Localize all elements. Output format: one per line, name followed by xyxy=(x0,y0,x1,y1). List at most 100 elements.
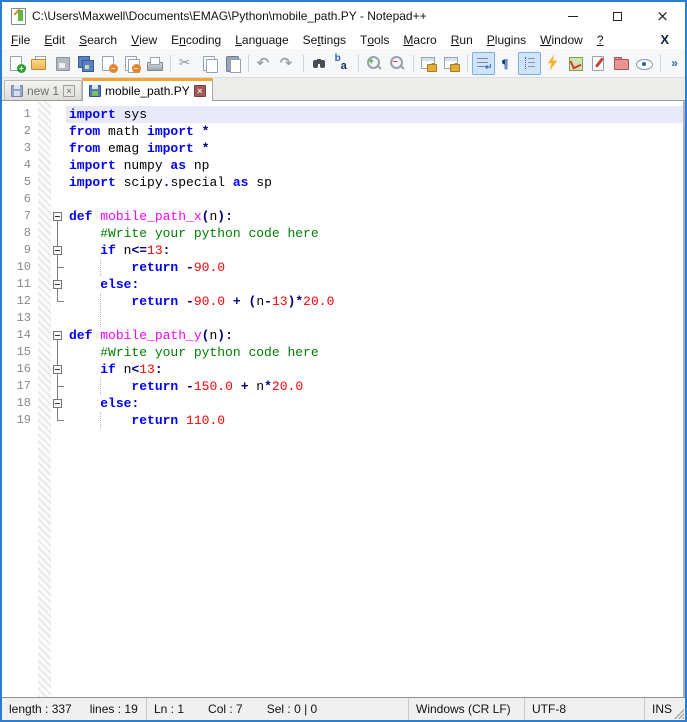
menu-item-run[interactable]: Run xyxy=(444,30,480,49)
code-line[interactable]: else: xyxy=(66,395,683,412)
menu-item-plugins[interactable]: Plugins xyxy=(480,30,533,49)
code-line[interactable]: return -90.0 xyxy=(66,259,683,276)
menu-item-settings[interactable]: Settings xyxy=(296,30,353,49)
line-number[interactable]: 15 xyxy=(2,344,38,361)
close-all-button[interactable]: – xyxy=(120,52,143,75)
folder-as-workspace-button[interactable] xyxy=(610,52,633,75)
close-button[interactable]: × xyxy=(640,2,685,30)
undo-button[interactable] xyxy=(253,52,276,75)
line-number[interactable]: 4 xyxy=(2,157,38,174)
line-number[interactable]: 7 xyxy=(2,208,38,225)
tab-close-icon[interactable]: × xyxy=(194,85,206,97)
code-line[interactable]: from emag import * xyxy=(66,140,683,157)
fold-collapse-box[interactable] xyxy=(53,331,62,340)
save-button[interactable] xyxy=(51,52,74,75)
redo-button[interactable] xyxy=(276,52,299,75)
menu-item-search[interactable]: Search xyxy=(72,30,124,49)
code-line[interactable] xyxy=(66,191,683,208)
line-number[interactable]: 13 xyxy=(2,310,38,327)
bookmark-margin[interactable] xyxy=(38,101,51,697)
menu-item-edit[interactable]: Edit xyxy=(37,30,72,49)
line-number[interactable]: 3 xyxy=(2,140,38,157)
line-number[interactable]: 1 xyxy=(2,106,38,123)
status-eol-format[interactable]: Windows (CR LF) xyxy=(409,698,525,720)
code-editor[interactable]: 12345678910111213141516171819 import sys… xyxy=(2,100,685,697)
code-line[interactable]: return -150.0 + n*20.0 xyxy=(66,378,683,395)
code-token: import xyxy=(69,175,116,190)
function-list-button[interactable] xyxy=(541,52,564,75)
code-line[interactable]: return -90.0 + (n-13)*20.0 xyxy=(66,293,683,310)
minimize-button[interactable] xyxy=(550,2,595,30)
new-file-button[interactable]: + xyxy=(5,52,28,75)
zoom-out-button[interactable]: – xyxy=(386,52,409,75)
line-number[interactable]: 12 xyxy=(2,293,38,310)
menu-item-macro[interactable]: Macro xyxy=(396,30,443,49)
line-number[interactable]: 18 xyxy=(2,395,38,412)
document-map-button[interactable] xyxy=(564,52,587,75)
tab-close-icon[interactable]: × xyxy=(63,85,75,97)
menu-item-file[interactable]: File xyxy=(4,30,37,49)
line-number[interactable]: 16 xyxy=(2,361,38,378)
menu-item-language[interactable]: Language xyxy=(228,30,295,49)
toolbar-overflow-chevron[interactable]: » xyxy=(667,56,682,70)
code-line[interactable]: import numpy as np xyxy=(66,157,683,174)
line-number[interactable]: 14 xyxy=(2,327,38,344)
close-file-button[interactable]: – xyxy=(97,52,120,75)
line-number[interactable]: 9 xyxy=(2,242,38,259)
document-peek-button[interactable] xyxy=(633,52,656,75)
paste-button[interactable] xyxy=(221,52,244,75)
fold-collapse-box[interactable] xyxy=(53,280,62,289)
line-number[interactable]: 5 xyxy=(2,174,38,191)
code-line[interactable]: from math import * xyxy=(66,123,683,140)
status-encoding[interactable]: UTF-8 xyxy=(525,698,645,720)
open-file-button[interactable] xyxy=(28,52,51,75)
code-area[interactable]: import sysfrom math import *from emag im… xyxy=(66,101,683,697)
find-button[interactable] xyxy=(308,52,331,75)
menu-item-encoding[interactable]: Encoding xyxy=(164,30,228,49)
code-line[interactable]: else: xyxy=(66,276,683,293)
resize-grip[interactable] xyxy=(672,707,684,719)
tab-new-1[interactable]: new 1 × xyxy=(4,80,82,100)
line-number[interactable]: 6 xyxy=(2,191,38,208)
menu-item-tools[interactable]: Tools xyxy=(353,30,396,49)
replace-button[interactable] xyxy=(331,52,354,75)
code-line[interactable] xyxy=(66,310,683,327)
code-line[interactable]: if n<13: xyxy=(66,361,683,378)
fold-collapse-box[interactable] xyxy=(53,399,62,408)
file-browser-button[interactable] xyxy=(587,52,610,75)
code-line[interactable]: def mobile_path_x(n): xyxy=(66,208,683,225)
code-line[interactable]: def mobile_path_y(n): xyxy=(66,327,683,344)
code-line[interactable]: return 110.0 xyxy=(66,412,683,429)
tab-mobile-path-py[interactable]: mobile_path.PY × xyxy=(82,78,213,101)
line-number[interactable]: 11 xyxy=(2,276,38,293)
code-line[interactable]: #Write your python code here xyxy=(66,225,683,242)
zoom-in-button[interactable]: + xyxy=(363,52,386,75)
code-line[interactable]: import sys xyxy=(66,106,683,123)
fold-collapse-box[interactable] xyxy=(53,212,62,221)
maximize-button[interactable] xyxy=(595,2,640,30)
code-line[interactable]: #Write your python code here xyxy=(66,344,683,361)
menu-close-document-button[interactable]: X xyxy=(660,32,685,47)
line-number[interactable]: 17 xyxy=(2,378,38,395)
sync-horizontal-scroll-button[interactable] xyxy=(440,52,463,75)
fold-collapse-box[interactable] xyxy=(53,246,62,255)
show-all-characters-button[interactable] xyxy=(495,52,518,75)
line-number[interactable]: 2 xyxy=(2,123,38,140)
word-wrap-button[interactable] xyxy=(472,52,495,75)
copy-button[interactable] xyxy=(198,52,221,75)
line-number[interactable]: 10 xyxy=(2,259,38,276)
line-number[interactable]: 19 xyxy=(2,412,38,429)
menu-item-window[interactable]: Window xyxy=(533,30,590,49)
sync-vertical-scroll-button[interactable] xyxy=(418,52,441,75)
menu-item-view[interactable]: View xyxy=(124,30,164,49)
fold-collapse-box[interactable] xyxy=(53,365,62,374)
code-line[interactable]: if n<=13: xyxy=(66,242,683,259)
app-icon[interactable] xyxy=(10,8,26,24)
code-line[interactable]: import scipy.special as sp xyxy=(66,174,683,191)
print-button[interactable] xyxy=(143,52,166,75)
show-indent-guide-button[interactable] xyxy=(518,52,541,75)
save-all-button[interactable] xyxy=(74,52,97,75)
cut-button[interactable] xyxy=(175,52,198,75)
menu-item-[interactable]: ? xyxy=(590,30,611,49)
line-number[interactable]: 8 xyxy=(2,225,38,242)
